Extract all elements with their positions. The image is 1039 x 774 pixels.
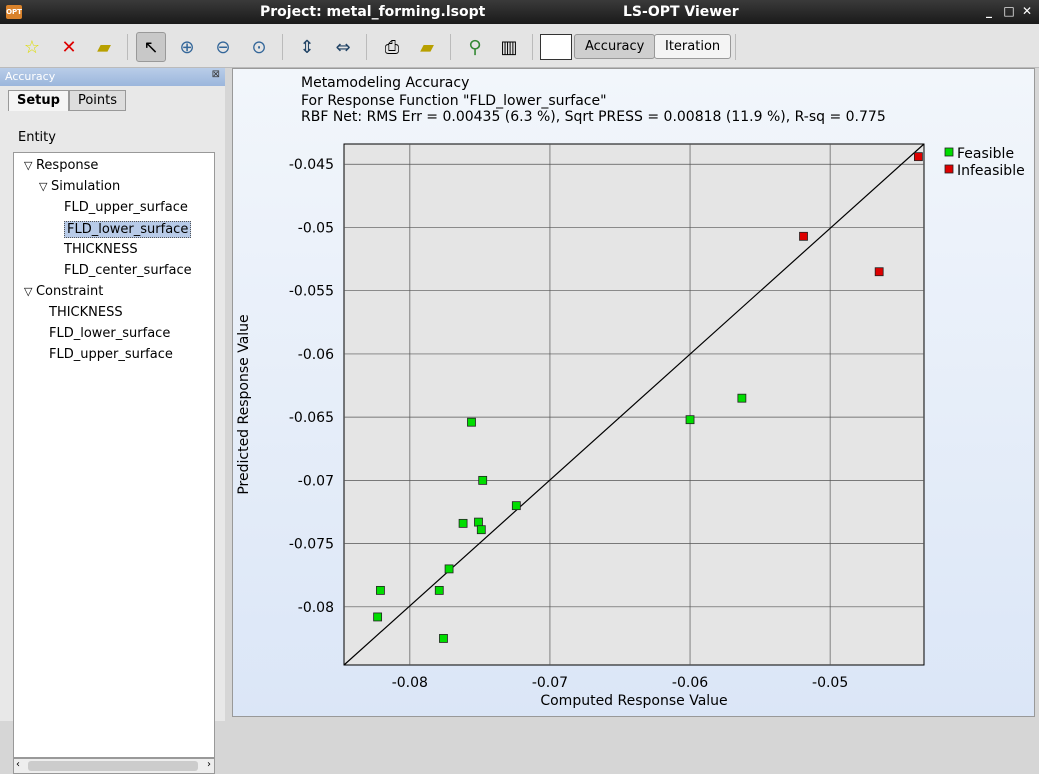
app-title: LS-OPT Viewer [623, 4, 739, 20]
y-tick-label: -0.045 [289, 157, 334, 173]
tree-item-label: Response [35, 158, 99, 173]
color-swatch[interactable] [540, 34, 572, 60]
minimize-icon[interactable]: _ [982, 4, 996, 18]
y-tick-label: -0.055 [289, 284, 334, 300]
x-tick-label: -0.07 [532, 675, 568, 691]
infeasible-point [913, 152, 923, 162]
feasible-point [434, 585, 444, 595]
feasible-point [478, 475, 488, 485]
x-axis-label: Computed Response Value [540, 693, 727, 709]
tree-item[interactable]: THICKNESS [49, 305, 123, 320]
feasible-point [474, 517, 483, 527]
iteration-button[interactable]: Iteration [654, 34, 732, 59]
tab-points[interactable]: Points [68, 90, 127, 111]
feasible-point [476, 525, 486, 535]
tree-item-label: Simulation [50, 179, 121, 194]
delete-plot-icon[interactable]: ✕ [54, 32, 84, 62]
tree-item[interactable]: FLD_lower_surface [49, 326, 170, 341]
zoom-reset-icon[interactable]: ⊙ [244, 32, 274, 62]
print-icon[interactable]: ⎙ [377, 32, 407, 62]
tree-item[interactable]: FLD_upper_surface [64, 200, 188, 215]
legend-marker [944, 147, 954, 157]
y-axis-label: Predicted Response Value [236, 314, 252, 494]
tab-setup[interactable]: Setup [8, 90, 69, 111]
infeasible-point [799, 231, 808, 241]
feasible-point [511, 501, 521, 511]
entity-label: Entity [18, 130, 56, 145]
y-tick-label: -0.065 [289, 410, 334, 426]
infeasible-point [874, 267, 884, 277]
expander-icon[interactable]: ▽ [39, 180, 51, 193]
project-title: Project: metal_forming.lsopt [260, 4, 486, 20]
tree-item[interactable]: ▽ Simulation [39, 179, 120, 194]
feasible-point [685, 415, 695, 425]
x-tick-label: -0.05 [812, 675, 848, 691]
tree-item-label: FLD_center_surface [64, 263, 192, 278]
panel-title: Accuracy [5, 70, 56, 83]
tree-item-label: FLD_upper_surface [64, 200, 188, 215]
y-tick-label: -0.06 [298, 347, 334, 363]
feasible-point [376, 585, 385, 595]
x-tick-label: -0.06 [672, 675, 708, 691]
close-icon[interactable]: ✕ [1020, 4, 1034, 18]
tree-item[interactable]: FLD_lower_surface [64, 221, 192, 238]
open-folder-icon[interactable]: ▰ [89, 32, 119, 62]
table-icon[interactable]: ▥ [494, 32, 524, 62]
zoom-out-icon[interactable]: ⊖ [208, 32, 238, 62]
tree-item-label: FLD_lower_surface [67, 222, 189, 237]
horizontal-scrollbar[interactable]: ‹ › [13, 758, 215, 774]
expander-icon[interactable]: ▽ [24, 159, 36, 172]
tree-item-label: THICKNESS [64, 242, 138, 257]
feasible-point [373, 612, 383, 622]
tree-item-label: Constraint [35, 284, 104, 299]
split-vertical-icon[interactable]: ⇕ [292, 32, 322, 62]
split-horizontal-icon[interactable]: ⇔ [328, 32, 358, 62]
panel-header: Accuracy ⊠ [0, 68, 225, 86]
settings-plot-icon[interactable]: ⚲ [460, 32, 490, 62]
x-tick-label: -0.08 [392, 675, 428, 691]
zoom-in-icon[interactable]: ⊕ [172, 32, 202, 62]
accuracy-button[interactable]: Accuracy [574, 34, 656, 59]
y-tick-label: -0.07 [298, 473, 334, 489]
tree-item-label: FLD_lower_surface [49, 326, 171, 341]
expander-icon[interactable]: ▽ [24, 285, 36, 298]
panel-close-icon[interactable]: ⊠ [212, 69, 220, 80]
tree-item[interactable]: ▽ Response [24, 158, 98, 173]
accuracy-scatter-chart: -0.08 -0.07 -0.06 -0.05 -0.045 -0.05 -0.055 -0.… [236, 143, 1025, 709]
legend-label: Feasible [957, 146, 1014, 162]
export-icon[interactable]: ▰ [412, 32, 442, 62]
tree-item[interactable]: FLD_center_surface [64, 263, 192, 278]
new-plot-icon[interactable]: ☆ [17, 32, 47, 62]
tree-item-label: FLD_upper_surface [49, 347, 173, 362]
tree-item[interactable]: THICKNESS [64, 242, 138, 257]
entity-tree: ▽ Response ▽ Simulation FLD_upper_surface F… [13, 152, 215, 758]
feasible-point [439, 634, 448, 643]
pointer-icon[interactable]: ↖ [136, 32, 166, 62]
plot-panel: Metamodeling Accuracy For Response Funct… [232, 68, 1035, 717]
tree-item[interactable]: FLD_upper_surface [49, 347, 173, 362]
feasible-point [467, 417, 476, 427]
app-icon: OPT [6, 5, 22, 19]
tree-item-label: THICKNESS [49, 305, 123, 320]
toolbar: ☆ ✕ ▰ ↖ ⊕ ⊖ ⊙ ⇕ ⇔ ⎙ ▰ ⚲ ▥ Accuracy Itera… [0, 24, 1039, 68]
feasible-point [458, 518, 468, 528]
feasible-point [737, 393, 747, 403]
maximize-icon[interactable]: □ [1002, 4, 1016, 18]
y-tick-label: -0.075 [289, 537, 334, 553]
tree-item[interactable]: ▽ Constraint [24, 284, 103, 299]
legend-label: Infeasible [957, 163, 1025, 179]
title-bar: OPT Project: metal_forming.lsopt LS-OPT … [0, 0, 1039, 24]
feasible-point [444, 564, 454, 574]
accuracy-panel: Accuracy ⊠ Setup Points Entity ▽ Respons… [0, 68, 225, 774]
y-tick-label: -0.05 [298, 220, 334, 236]
legend-marker [944, 164, 954, 174]
y-tick-label: -0.08 [298, 600, 334, 616]
